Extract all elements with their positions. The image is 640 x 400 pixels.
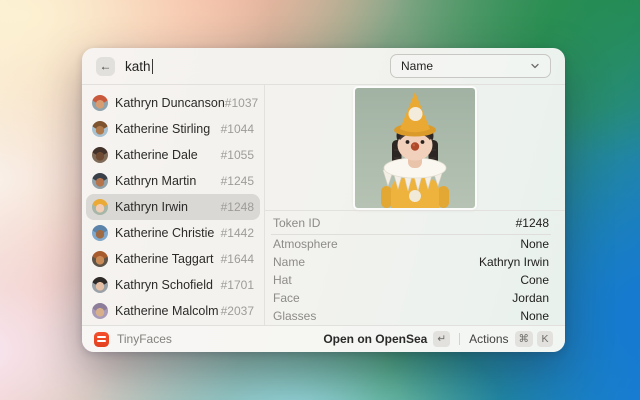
- list-item[interactable]: Kathryn Irwin #1248: [86, 194, 260, 220]
- footer-actions: Open on OpenSea ↵ Actions ⌘K: [323, 331, 553, 347]
- result-token-id: #2037: [221, 304, 254, 318]
- list-item[interactable]: Katherine Christie #1442: [86, 220, 260, 246]
- back-button[interactable]: ←: [96, 57, 115, 76]
- avatar: [92, 199, 108, 215]
- attribute-value: #1248: [516, 216, 549, 230]
- avatar: [92, 147, 108, 163]
- list-item[interactable]: Katherine Dale #1055: [86, 142, 260, 168]
- actions-shortcut: ⌘K: [515, 331, 554, 347]
- action-bar: TinyFaces Open on OpenSea ↵ Actions ⌘K: [82, 325, 565, 352]
- result-token-id: #1442: [221, 226, 254, 240]
- avatar: [92, 251, 108, 267]
- tinyfaces-logo-icon: [94, 332, 109, 347]
- avatar: [92, 173, 108, 189]
- main-content: Kathryn Duncanson #1037 Katherine Stirli…: [82, 85, 565, 325]
- result-name: Katherine Dale: [115, 148, 198, 162]
- avatar: [92, 277, 108, 293]
- attribute-value: None: [520, 309, 549, 323]
- attribute-row: Glasses None: [273, 307, 549, 325]
- attribute-label: Glasses: [273, 309, 316, 323]
- attribute-value: Jordan: [512, 291, 549, 305]
- attribute-label: Token ID: [273, 216, 320, 230]
- shortcut-key: ⌘: [515, 331, 534, 347]
- attribute-value: None: [520, 237, 549, 251]
- filter-dropdown-value: Name: [401, 59, 433, 73]
- attribute-label: Face: [273, 291, 300, 305]
- result-name: Kathryn Martin: [115, 174, 196, 188]
- attributes-table: Token ID #1248 Atmosphere None Name Kath…: [265, 210, 565, 325]
- avatar: [92, 121, 108, 137]
- attribute-value: Cone: [520, 273, 549, 287]
- list-item[interactable]: Kathryn Duncanson #1037: [86, 90, 260, 116]
- list-item[interactable]: Kathryn Martin #1245: [86, 168, 260, 194]
- search-input[interactable]: kath: [125, 59, 153, 74]
- list-item[interactable]: Katherine Stirling #1044: [86, 116, 260, 142]
- filter-dropdown[interactable]: Name: [390, 54, 551, 78]
- list-item[interactable]: Kathryn Schofield #1701: [86, 272, 260, 298]
- desktop-background: ← kath Name Kathryn Duncanson #1037 Kath…: [0, 0, 640, 400]
- avatar: [92, 95, 108, 111]
- app-name: TinyFaces: [117, 332, 172, 346]
- nft-image: [355, 88, 475, 208]
- text-cursor: [152, 59, 154, 74]
- attribute-label: Name: [273, 255, 305, 269]
- attribute-row: Token ID #1248: [273, 211, 549, 234]
- detail-panel: Token ID #1248 Atmosphere None Name Kath…: [265, 85, 565, 325]
- attribute-row: Hat Cone: [273, 271, 549, 289]
- chevron-down-icon: [530, 61, 540, 71]
- shortcut-key: K: [537, 331, 553, 347]
- result-token-id: #1245: [221, 174, 254, 188]
- result-name: Katherine Stirling: [115, 122, 210, 136]
- image-area: [265, 85, 565, 210]
- avatar: [92, 225, 108, 241]
- result-token-id: #1248: [221, 200, 254, 214]
- attribute-row: Face Jordan: [273, 289, 549, 307]
- result-token-id: #1044: [221, 122, 254, 136]
- list-item[interactable]: Katherine Malcolm #2037: [86, 298, 260, 324]
- actions-button[interactable]: Actions: [469, 332, 508, 346]
- result-name: Katherine Christie: [115, 226, 214, 240]
- footer-divider: [459, 333, 460, 345]
- result-name: Katherine Malcolm: [115, 304, 219, 318]
- result-token-id: #1644: [221, 252, 254, 266]
- attribute-value: Kathryn Irwin: [479, 255, 549, 269]
- result-name: Kathryn Irwin: [115, 200, 188, 214]
- attribute-label: Hat: [273, 273, 292, 287]
- attribute-row: Atmosphere None: [273, 235, 549, 253]
- result-token-id: #1701: [221, 278, 254, 292]
- result-token-id: #1055: [221, 148, 254, 162]
- result-name: Kathryn Schofield: [115, 278, 213, 292]
- open-on-opensea-button[interactable]: Open on OpenSea: [323, 332, 427, 346]
- back-arrow-icon: ←: [100, 57, 112, 76]
- result-name: Katherine Taggart: [115, 252, 213, 266]
- search-text: kath: [125, 59, 151, 74]
- attribute-label: Atmosphere: [273, 237, 338, 251]
- list-item[interactable]: Katherine Taggart #1644: [86, 246, 260, 272]
- avatar: [92, 303, 108, 319]
- return-key-icon: ↵: [433, 331, 450, 347]
- command-palette-window: ← kath Name Kathryn Duncanson #1037 Kath…: [82, 48, 565, 352]
- results-list: Kathryn Duncanson #1037 Katherine Stirli…: [82, 85, 265, 325]
- result-token-id: #1037: [225, 96, 258, 110]
- search-header: ← kath Name: [82, 48, 565, 85]
- attribute-row: Name Kathryn Irwin: [273, 253, 549, 271]
- result-name: Kathryn Duncanson: [115, 96, 225, 110]
